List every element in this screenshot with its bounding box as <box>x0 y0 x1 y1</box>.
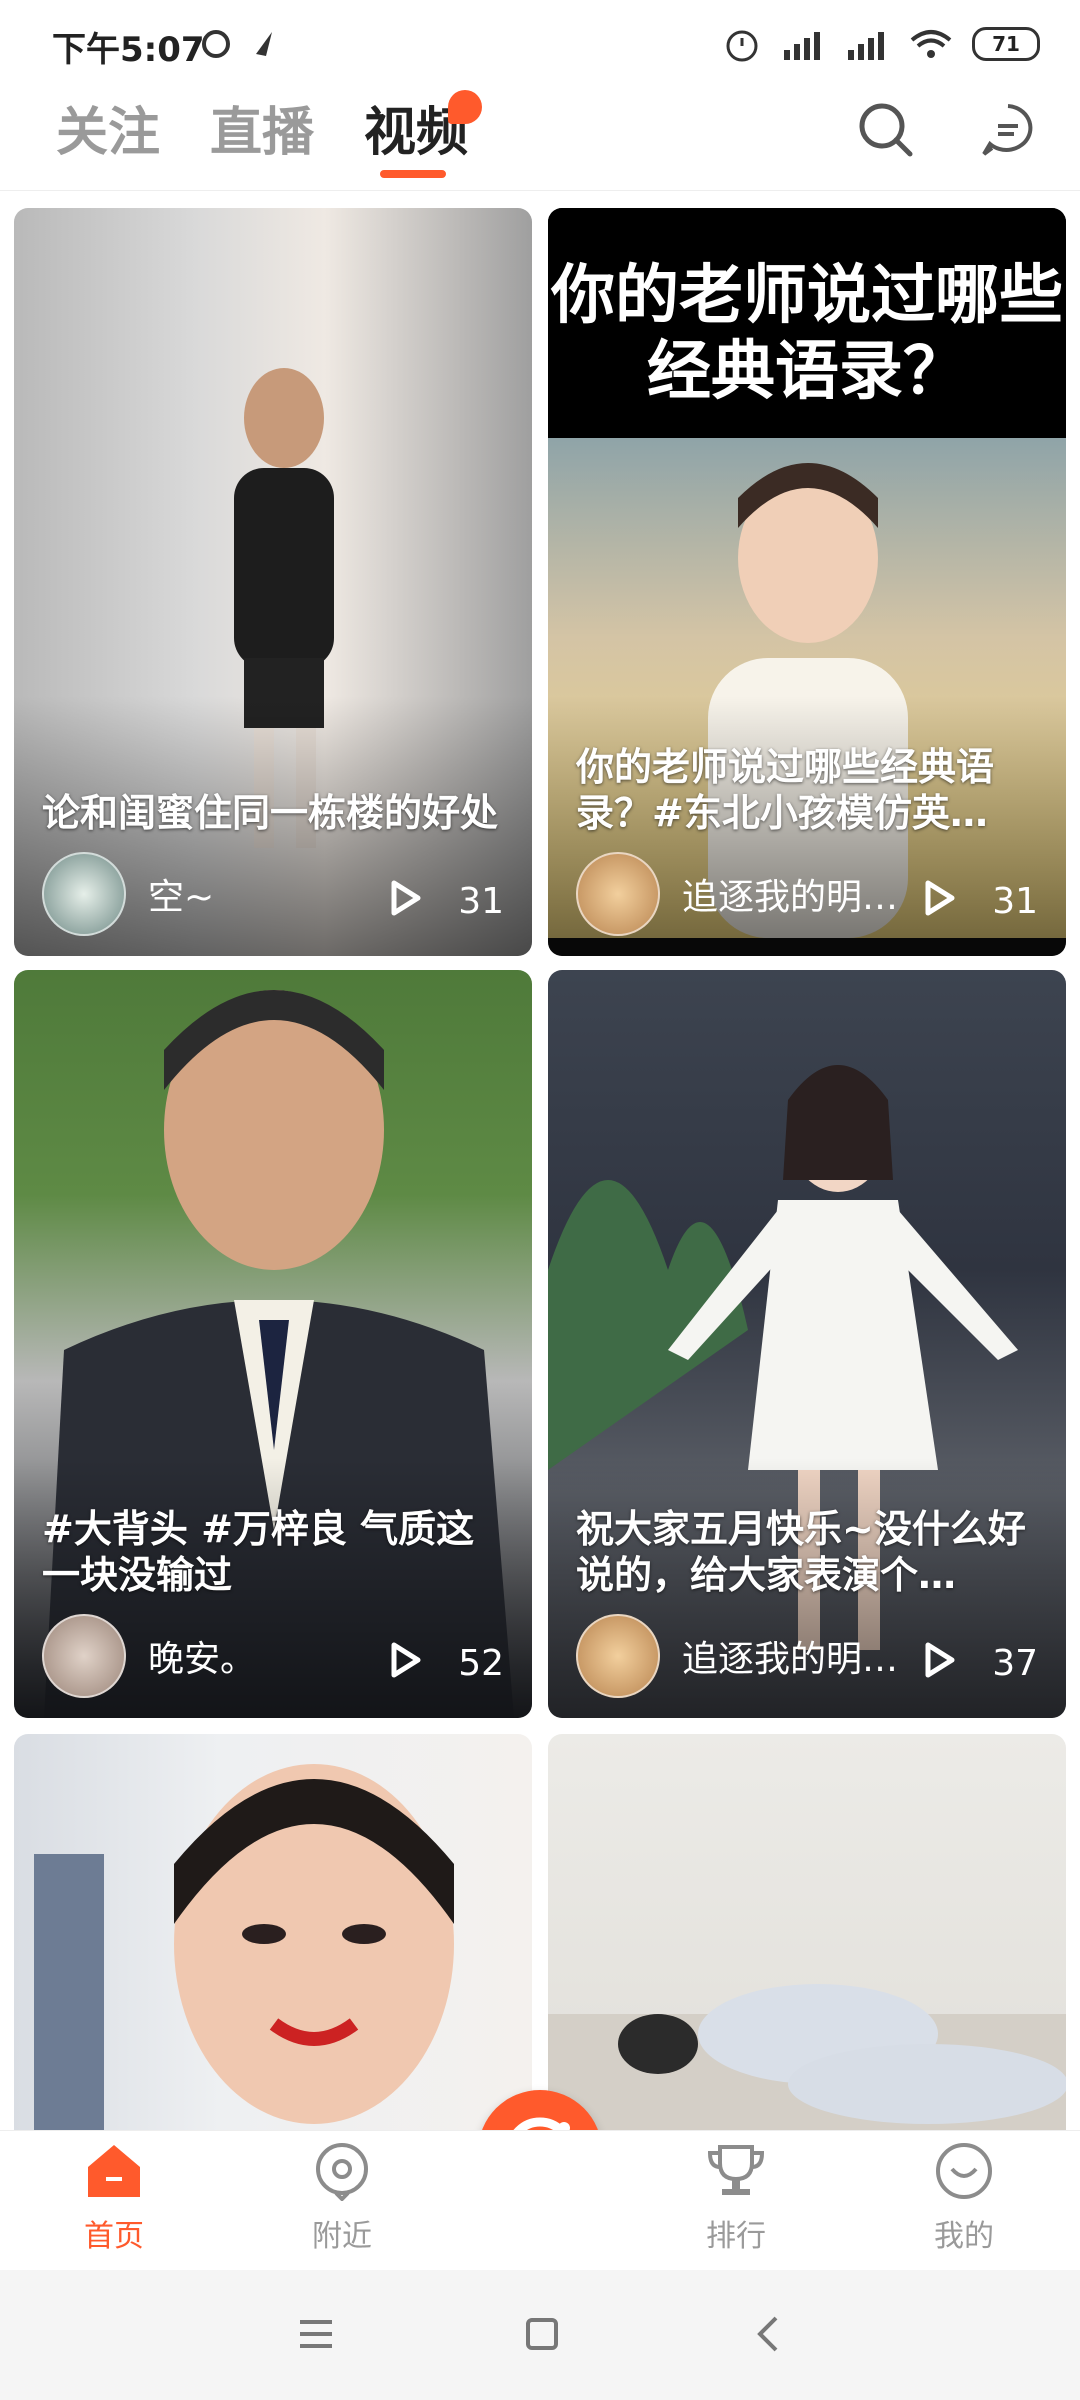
author-avatar[interactable] <box>576 852 660 936</box>
tab-notification-dot <box>448 90 482 124</box>
status-misc-icons <box>202 30 272 58</box>
back-icon[interactable] <box>748 2314 788 2354</box>
nav-nearby-label: 附近 <box>312 2219 372 2254</box>
video-card-6[interactable] <box>548 1734 1066 2154</box>
scene-silhouette <box>548 1984 1066 2154</box>
play-icon <box>925 880 955 916</box>
status-bar: 下午5:07 71 <box>0 0 1080 90</box>
nav-ranking-label: 排行 <box>706 2219 766 2254</box>
play-count: 31 <box>992 881 1038 922</box>
video-card-5[interactable] <box>14 1734 532 2154</box>
play-icon <box>391 880 421 916</box>
author-avatar[interactable] <box>576 1614 660 1698</box>
nav-home-label: 首页 <box>84 2219 144 2254</box>
video-card-1[interactable]: 论和闺蜜住同一栋楼的好处 空~ 31 <box>14 208 532 956</box>
video-card-3[interactable]: #大背头 #万梓良 气质这一块没输过 晚安。 52 <box>14 970 532 1718</box>
video-title: 祝大家五月快乐~没什么好说的，给大家表演个… <box>576 1507 1026 1597</box>
tab-follow[interactable]: 关注 <box>56 90 160 165</box>
play-icon <box>925 1642 955 1678</box>
nav-profile[interactable]: 我的 <box>894 2141 1034 2255</box>
bottom-navigation: 首页 附近 排行 我的 <box>0 2130 1080 2271</box>
trophy-icon <box>707 2145 765 2195</box>
headline-banner: 你的老师说过哪些经典语录？ <box>548 208 1066 438</box>
video-title: 论和闺蜜住同一栋楼的好处 <box>42 791 499 835</box>
message-icon[interactable] <box>978 100 1038 160</box>
active-tab-underline <box>380 170 446 178</box>
play-count: 37 <box>992 1643 1038 1684</box>
profile-icon <box>936 2143 992 2199</box>
search-icon[interactable] <box>856 100 916 160</box>
nav-ranking[interactable]: 排行 <box>666 2141 806 2255</box>
play-icon <box>391 1642 421 1678</box>
author-name[interactable]: 晚安。 <box>148 1630 256 1682</box>
home-icon <box>88 2145 140 2197</box>
nav-nearby[interactable]: 附近 <box>272 2141 412 2255</box>
battery-indicator: 71 <box>972 27 1040 61</box>
home-square-icon[interactable] <box>522 2314 562 2354</box>
signal-icon-2 <box>848 32 884 60</box>
author-avatar[interactable] <box>42 1614 126 1698</box>
status-time: 下午5:07 <box>52 30 205 70</box>
alarm-icon <box>726 30 758 62</box>
video-title: #大背头 #万梓良 气质这一块没输过 <box>42 1507 475 1597</box>
status-icons: 71 <box>722 24 1040 64</box>
nav-profile-label: 我的 <box>934 2219 994 2254</box>
video-card-2[interactable]: 你的老师说过哪些经典语录？ 你的老师说过哪些经典语录？#东北小孩模仿英… 追逐我… <box>548 208 1066 956</box>
author-name[interactable]: 追逐我的明… <box>682 868 898 920</box>
video-title: 你的老师说过哪些经典语录？#东北小孩模仿英… <box>576 745 995 835</box>
menu-icon[interactable] <box>296 2314 336 2354</box>
tab-live[interactable]: 直播 <box>210 90 314 165</box>
video-card-4[interactable]: 祝大家五月快乐~没什么好说的，给大家表演个… 追逐我的明… 37 <box>548 970 1066 1718</box>
wifi-icon <box>910 30 952 58</box>
location-icon <box>316 2143 368 2202</box>
author-avatar[interactable] <box>42 852 126 936</box>
play-count: 52 <box>458 1643 504 1684</box>
top-tab-bar: 关注 直播 视频 <box>0 90 1080 191</box>
play-count: 31 <box>458 881 504 922</box>
headline-text: 你的老师说过哪些经典语录？ <box>551 259 1063 409</box>
system-navigation-bar <box>0 2270 1080 2400</box>
person-silhouette <box>34 1764 454 2154</box>
author-name[interactable]: 追逐我的明… <box>682 1630 898 1682</box>
author-name[interactable]: 空~ <box>148 868 214 920</box>
nav-home[interactable]: 首页 <box>44 2141 184 2255</box>
signal-icon-1 <box>784 32 820 60</box>
